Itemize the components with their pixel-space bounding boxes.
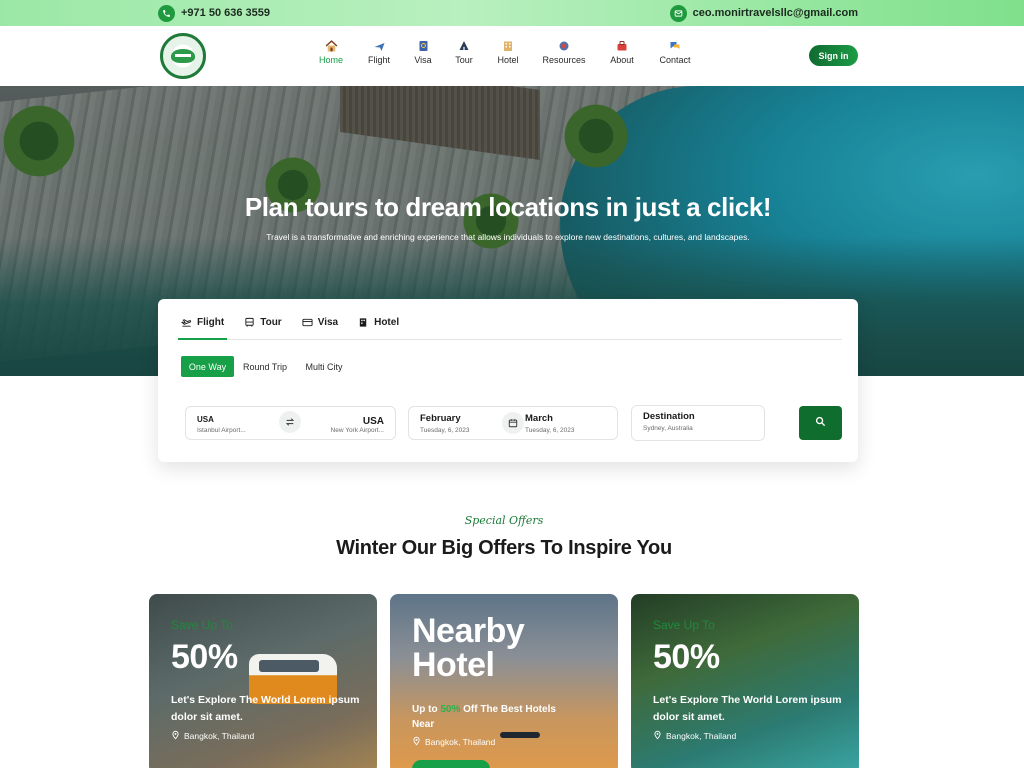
tab-label: Tour xyxy=(260,317,282,328)
offer-percent: 50% xyxy=(171,638,238,676)
nav-tour[interactable]: Tour xyxy=(438,40,490,65)
hero-title: Plan tours to dream locations in just a … xyxy=(244,192,772,222)
offer-location: Bangkok, Thailand xyxy=(653,730,736,742)
tab-label: Visa xyxy=(317,317,339,328)
home-icon xyxy=(324,40,338,52)
from-country: USA xyxy=(197,415,214,424)
tour-icon xyxy=(457,40,471,52)
depart-date: Tuesday, 6, 2023 xyxy=(420,427,470,434)
tab-hotel[interactable]: Hotel xyxy=(355,315,402,340)
location-pin-icon xyxy=(653,730,662,742)
offer-text-pre: Up to xyxy=(412,704,438,715)
tab-label: Hotel xyxy=(374,317,400,328)
offer-card[interactable]: Nearby Hotel Up to 50% Off The Best Hote… xyxy=(390,594,618,768)
destination-label: Destination xyxy=(643,411,695,422)
mail-icon xyxy=(669,4,687,22)
trip-one-way[interactable]: One Way xyxy=(181,356,234,377)
swap-icon[interactable] xyxy=(279,411,301,433)
return-date: Tuesday, 6, 2023 xyxy=(525,427,575,434)
offer-card[interactable]: Save Up To 50% Let's Explore The World L… xyxy=(631,594,859,768)
hotel-icon xyxy=(501,40,515,52)
email-contact[interactable]: ceo.monirtravelsllc@gmail.com xyxy=(669,4,858,22)
nav-label-flight: Flight xyxy=(367,55,390,65)
offer-kicker: Save Up To xyxy=(171,618,233,632)
tab-visa[interactable]: Visa xyxy=(299,315,341,340)
destination-field[interactable]: Destination Sydney, Australia xyxy=(631,405,765,441)
phone-icon xyxy=(158,4,175,22)
nav-label-contact: Contact xyxy=(659,55,691,65)
tab-label: Flight xyxy=(197,317,225,328)
search-tabs: Flight Tour Visa Hotel xyxy=(178,315,842,340)
offer-text: Up to 50% Off The Best Hotels Near xyxy=(412,702,562,732)
nav-home[interactable]: Home xyxy=(312,40,350,65)
offer-kicker: Save Up To xyxy=(653,618,715,632)
email-address: ceo.monirtravelsllc@gmail.com xyxy=(692,7,858,19)
nav-visa[interactable]: Visa xyxy=(408,40,438,65)
offer-cta-button[interactable] xyxy=(412,760,490,768)
contact-icon xyxy=(668,40,682,52)
offer-text: Let's Explore The World Lorem ipsum dolo… xyxy=(653,694,842,723)
search-icon xyxy=(815,414,826,432)
location-pin-icon xyxy=(171,730,180,742)
location-text: Bangkok, Thailand xyxy=(425,737,496,747)
search-button[interactable] xyxy=(799,406,842,440)
about-icon xyxy=(615,40,629,52)
building-icon xyxy=(358,317,369,328)
nav-label-tour: Tour xyxy=(455,55,473,65)
site-header: Home Flight Visa Tour Hotel Resources Ab… xyxy=(0,26,1024,86)
nav-label-visa: Visa xyxy=(414,55,432,65)
depart-month: February xyxy=(420,413,461,424)
monir-travel-logo[interactable] xyxy=(160,33,206,79)
location-text: Bangkok, Thailand xyxy=(666,731,737,741)
location-pin-icon xyxy=(412,736,421,748)
return-month: March xyxy=(525,413,553,424)
section-title: Winter Our Big Offers To Inspire You xyxy=(336,537,672,559)
phone-contact[interactable]: +971 50 636 3559 xyxy=(158,4,270,22)
tab-tour[interactable]: Tour xyxy=(241,315,284,340)
trip-multi-city[interactable]: Multi City xyxy=(300,356,348,377)
offer-heading: Nearby Hotel xyxy=(412,612,525,684)
offer-percent: 50% xyxy=(653,638,720,676)
nav-label-about: About xyxy=(610,55,634,65)
ticket-icon xyxy=(302,317,313,328)
tab-flight[interactable]: Flight xyxy=(178,315,228,340)
logo-plane-icon xyxy=(171,49,195,63)
nav-hotel[interactable]: Hotel xyxy=(490,40,526,65)
offer-location: Bangkok, Thailand xyxy=(171,730,254,742)
plane-icon xyxy=(372,40,386,52)
nav-resources[interactable]: Resources xyxy=(526,40,602,65)
offer-heading-line: Hotel xyxy=(412,646,495,684)
resources-icon xyxy=(557,40,571,52)
offer-location: Bangkok, Thailand xyxy=(412,736,495,748)
nav-label-home: Home xyxy=(318,55,343,65)
bus-icon xyxy=(244,317,255,328)
passport-icon xyxy=(416,40,430,52)
sign-in-button[interactable]: Sign in xyxy=(809,45,858,66)
to-airport: New York Airport... xyxy=(330,427,384,434)
section-tag: Special Offers xyxy=(464,514,544,527)
main-nav: Home Flight Visa Tour Hotel Resources Ab… xyxy=(312,40,708,65)
search-panel: Flight Tour Visa Hotel One Way Round Tri… xyxy=(158,299,858,462)
offer-text: Let's Explore The World Lorem ipsum dolo… xyxy=(171,694,360,723)
destination-value: Sydney, Australia xyxy=(643,425,693,432)
to-country: USA xyxy=(362,416,384,427)
nav-about[interactable]: About xyxy=(602,40,642,65)
hero-subtitle: Travel is a transformative and enriching… xyxy=(266,232,750,242)
top-contact-bar: +971 50 636 3559 ceo.monirtravelsllc@gma… xyxy=(0,0,1024,26)
calendar-icon[interactable] xyxy=(502,412,524,434)
takeoff-icon xyxy=(181,317,192,328)
airplane-image xyxy=(500,732,540,738)
nav-contact[interactable]: Contact xyxy=(642,40,708,65)
trip-round-trip[interactable]: Round Trip xyxy=(240,356,290,377)
offer-text-percent: 50% xyxy=(440,704,461,715)
nav-label-hotel: Hotel xyxy=(497,55,519,65)
from-airport: Istanbul Airport... xyxy=(197,427,246,434)
location-text: Bangkok, Thailand xyxy=(184,731,255,741)
offer-heading-line: Nearby xyxy=(412,612,525,650)
phone-number: +971 50 636 3559 xyxy=(181,7,271,19)
offer-card[interactable]: Save Up To 50% Let's Explore The World L… xyxy=(149,594,377,768)
nav-label-resources: Resources xyxy=(542,55,586,65)
nav-flight[interactable]: Flight xyxy=(350,40,408,65)
